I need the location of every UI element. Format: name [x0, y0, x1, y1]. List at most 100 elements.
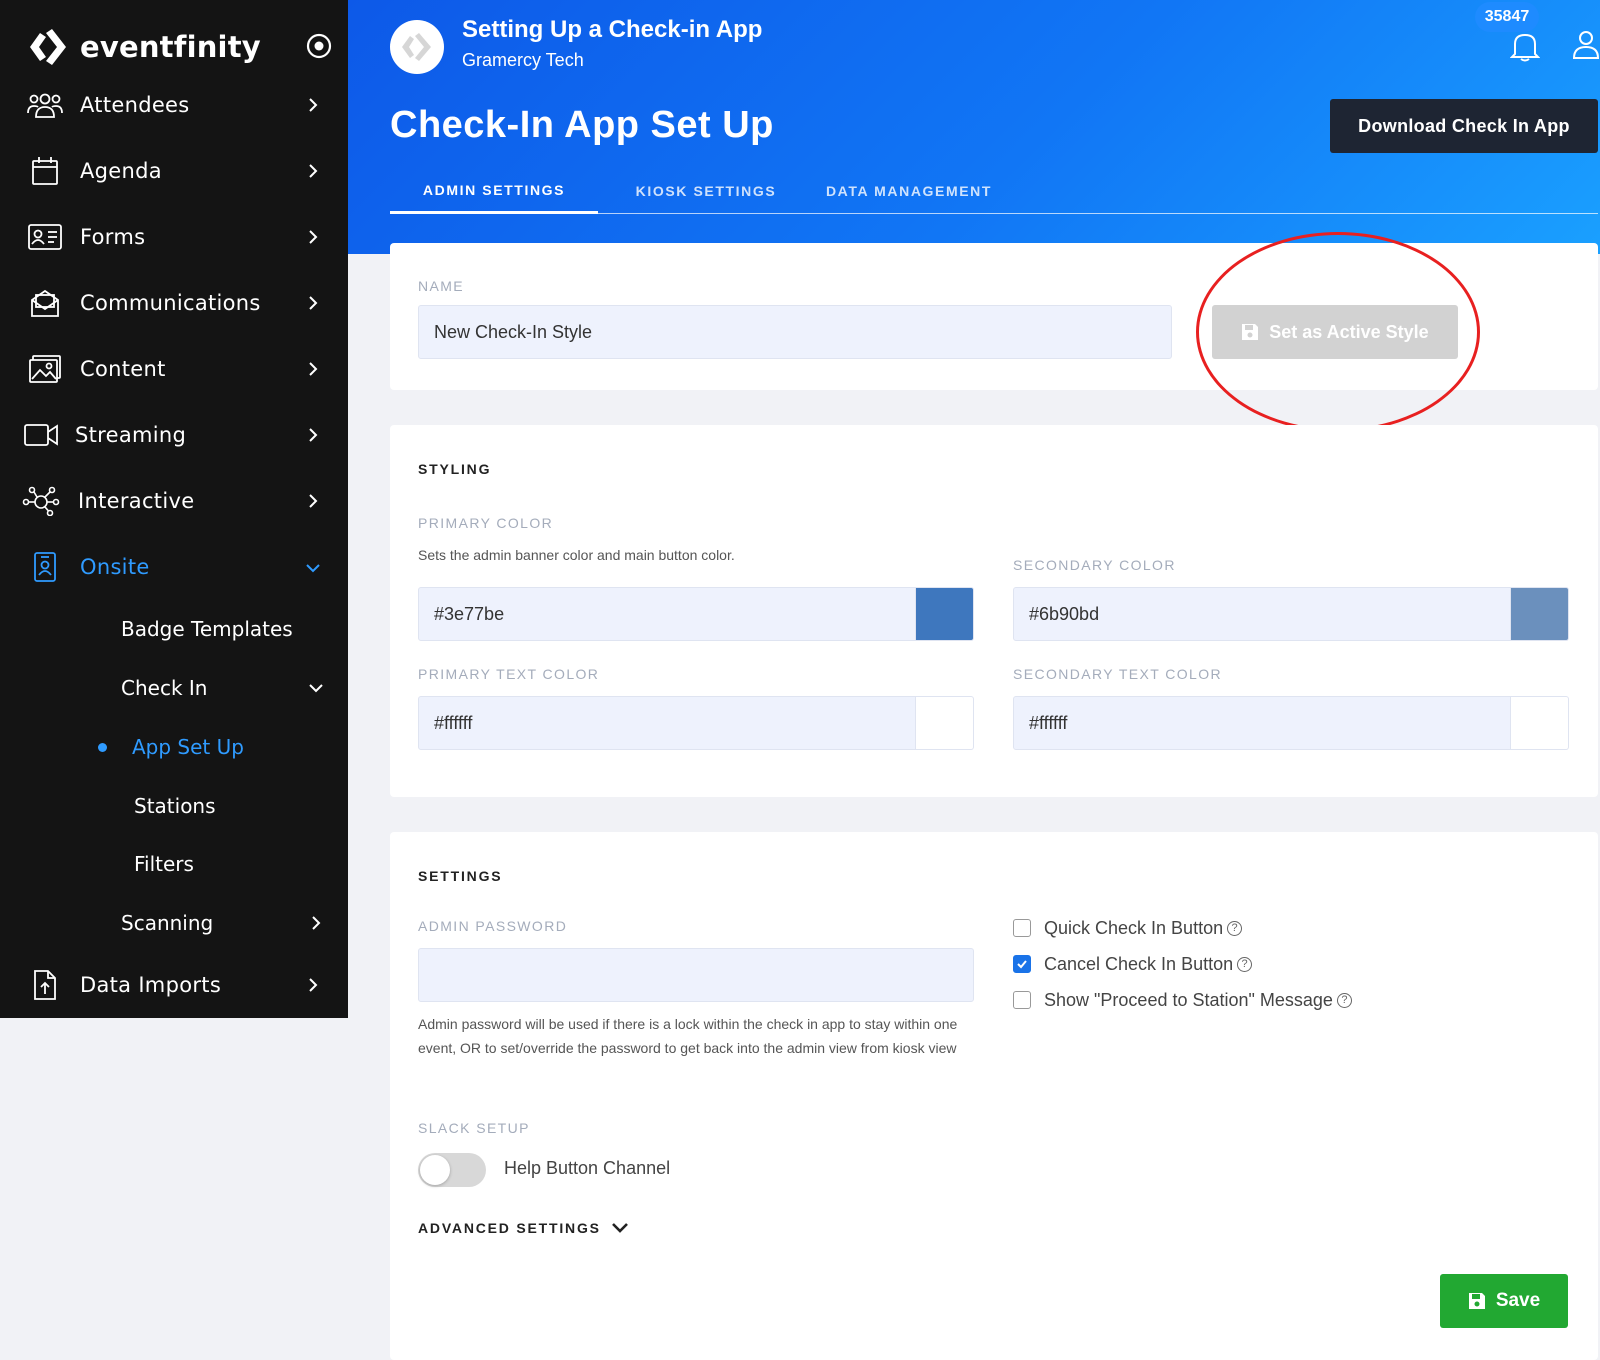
primary-text-color-input[interactable]: #ffffff [418, 696, 916, 750]
advanced-settings-label: ADVANCED SETTINGS [418, 1220, 601, 1236]
advanced-settings-toggle[interactable]: ADVANCED SETTINGS [418, 1220, 629, 1236]
sidebar-item-label: Onsite [80, 555, 150, 579]
secondary-color-value: #6b90bd [1029, 603, 1100, 624]
chevron-right-icon [309, 362, 318, 376]
cancel-check-in-checkbox-row[interactable]: Cancel Check In Button ? [1013, 950, 1253, 978]
eventfinity-logo-icon [30, 29, 66, 65]
sidebar-subitem-stations[interactable]: Stations [134, 784, 216, 828]
quick-check-in-label: Quick Check In Button [1044, 917, 1224, 938]
sidebar-subitem-label: App Set Up [132, 735, 244, 759]
brand-name: eventfinity [80, 30, 261, 64]
secondary-color-input[interactable]: #6b90bd [1013, 587, 1511, 641]
toggle-knob [420, 1155, 450, 1185]
sidebar-subitem-filters[interactable]: Filters [134, 842, 194, 886]
primary-text-color-swatch[interactable] [916, 696, 974, 750]
help-icon[interactable]: ? [1227, 920, 1243, 936]
sidebar-item-label: Forms [80, 225, 146, 249]
eventfinity-logo-icon [402, 33, 431, 61]
sidebar-subitem-badge-templates[interactable]: Badge Templates [121, 607, 293, 651]
name-card: NAME New Check-In Style Set as Active St… [390, 243, 1598, 390]
sidebar-item-forms[interactable]: Forms [0, 212, 348, 262]
sidebar-item-attendees[interactable]: Attendees [0, 80, 348, 130]
notification-count-badge: 35847 [1475, 2, 1539, 32]
tab-kiosk-settings[interactable]: KIOSK SETTINGS [620, 168, 792, 214]
video-camera-icon [22, 418, 60, 452]
save-disk-icon [1242, 324, 1259, 340]
quick-check-in-checkbox-row[interactable]: Quick Check In Button ? [1013, 914, 1243, 942]
target-icon[interactable] [306, 33, 332, 59]
chevron-right-icon [309, 978, 318, 992]
admin-password-input[interactable] [418, 948, 974, 1002]
admin-password-label: ADMIN PASSWORD [418, 918, 568, 934]
primary-color-swatch[interactable] [916, 587, 974, 641]
sidebar-item-data-imports[interactable]: Data Imports [0, 960, 348, 1010]
id-card-icon [26, 220, 64, 254]
sidebar-item-communications[interactable]: Communications [0, 278, 348, 328]
sidebar-item-agenda[interactable]: Agenda [0, 146, 348, 196]
sidebar-item-label: Interactive [78, 489, 195, 513]
tab-admin-settings[interactable]: ADMIN SETTINGS [390, 168, 598, 214]
secondary-color-swatch[interactable] [1511, 587, 1569, 641]
download-check-in-app-button[interactable]: Download Check In App [1330, 99, 1598, 153]
sidebar-subitem-label: Badge Templates [121, 617, 293, 641]
chevron-down-icon [611, 1223, 628, 1233]
primary-color-input[interactable]: #3e77be [418, 587, 916, 641]
help-button-channel-toggle[interactable] [418, 1153, 486, 1187]
sidebar-subitem-label: Stations [134, 794, 216, 818]
sidebar-item-interactive[interactable]: Interactive [0, 476, 348, 526]
brand-logo[interactable]: eventfinity [28, 22, 261, 72]
primary-text-color-label: PRIMARY TEXT COLOR [418, 666, 600, 682]
sidebar-item-onsite[interactable]: Onsite [0, 542, 348, 592]
chevron-right-icon [309, 296, 318, 310]
help-icon[interactable]: ? [1336, 992, 1352, 1008]
name-label: NAME [418, 278, 465, 294]
sidebar-item-content[interactable]: Content [0, 344, 348, 394]
chevron-down-icon [306, 564, 320, 573]
sidebar-subitem-app-set-up[interactable]: App Set Up [98, 725, 244, 769]
sidebar-subitem-scanning[interactable]: Scanning [121, 901, 331, 945]
proceed-to-station-label: Show "Proceed to Station" Message [1044, 989, 1333, 1010]
chevron-right-icon [309, 98, 318, 112]
primary-color-help: Sets the admin banner color and main but… [418, 547, 735, 563]
set-active-style-button[interactable]: Set as Active Style [1212, 305, 1458, 359]
sidebar-item-label: Communications [80, 291, 261, 315]
primary-text-color-value: #ffffff [434, 712, 473, 733]
sidebar-item-label: Streaming [75, 423, 187, 447]
sidebar: eventfinity Attendees Agenda Forms Commu… [0, 0, 348, 1018]
help-icon[interactable]: ? [1237, 956, 1253, 972]
sidebar-subitem-check-in[interactable]: Check In [121, 666, 331, 710]
sidebar-item-label: Agenda [80, 159, 162, 183]
event-organization: Gramercy Tech [462, 50, 584, 70]
active-dot-icon [98, 742, 107, 752]
help-button-channel-label: Help Button Channel [504, 1158, 671, 1178]
page-title: Check-In App Set Up [390, 104, 774, 146]
save-disk-icon [1468, 1293, 1485, 1309]
settings-card: SETTINGS ADMIN PASSWORD Admin password w… [390, 832, 1598, 1360]
sidebar-subitem-label: Filters [134, 852, 194, 876]
chevron-right-icon [312, 916, 321, 930]
proceed-to-station-checkbox[interactable] [1013, 991, 1031, 1009]
settings-title: SETTINGS [418, 868, 503, 884]
style-name-input[interactable]: New Check-In Style [418, 305, 1172, 359]
sidebar-item-label: Data Imports [80, 973, 222, 997]
user-icon[interactable] [1572, 28, 1600, 60]
sidebar-item-streaming[interactable]: Streaming [0, 410, 348, 460]
quick-check-in-checkbox[interactable] [1013, 919, 1031, 937]
set-active-style-label: Set as Active Style [1269, 321, 1429, 342]
admin-password-help: Admin password will be used if there is … [418, 1016, 958, 1056]
bell-icon[interactable] [1510, 30, 1540, 62]
proceed-to-station-checkbox-row[interactable]: Show "Proceed to Station" Message ? [1013, 986, 1352, 1014]
styling-title: STYLING [418, 461, 492, 477]
tab-data-management[interactable]: DATA MANAGEMENT [820, 168, 998, 214]
event-logo [390, 20, 444, 74]
styling-card: STYLING PRIMARY COLOR Sets the admin ban… [390, 425, 1598, 797]
secondary-text-color-swatch[interactable] [1511, 696, 1569, 750]
sidebar-subitem-label: Scanning [121, 911, 214, 935]
slack-setup-label: SLACK SETUP [418, 1120, 530, 1136]
secondary-text-color-input[interactable]: #ffffff [1013, 696, 1511, 750]
cancel-check-in-checkbox[interactable] [1013, 955, 1031, 973]
save-button[interactable]: Save [1440, 1274, 1568, 1328]
chevron-right-icon [309, 428, 318, 442]
calendar-icon [26, 154, 64, 188]
secondary-text-color-value: #ffffff [1029, 712, 1068, 733]
